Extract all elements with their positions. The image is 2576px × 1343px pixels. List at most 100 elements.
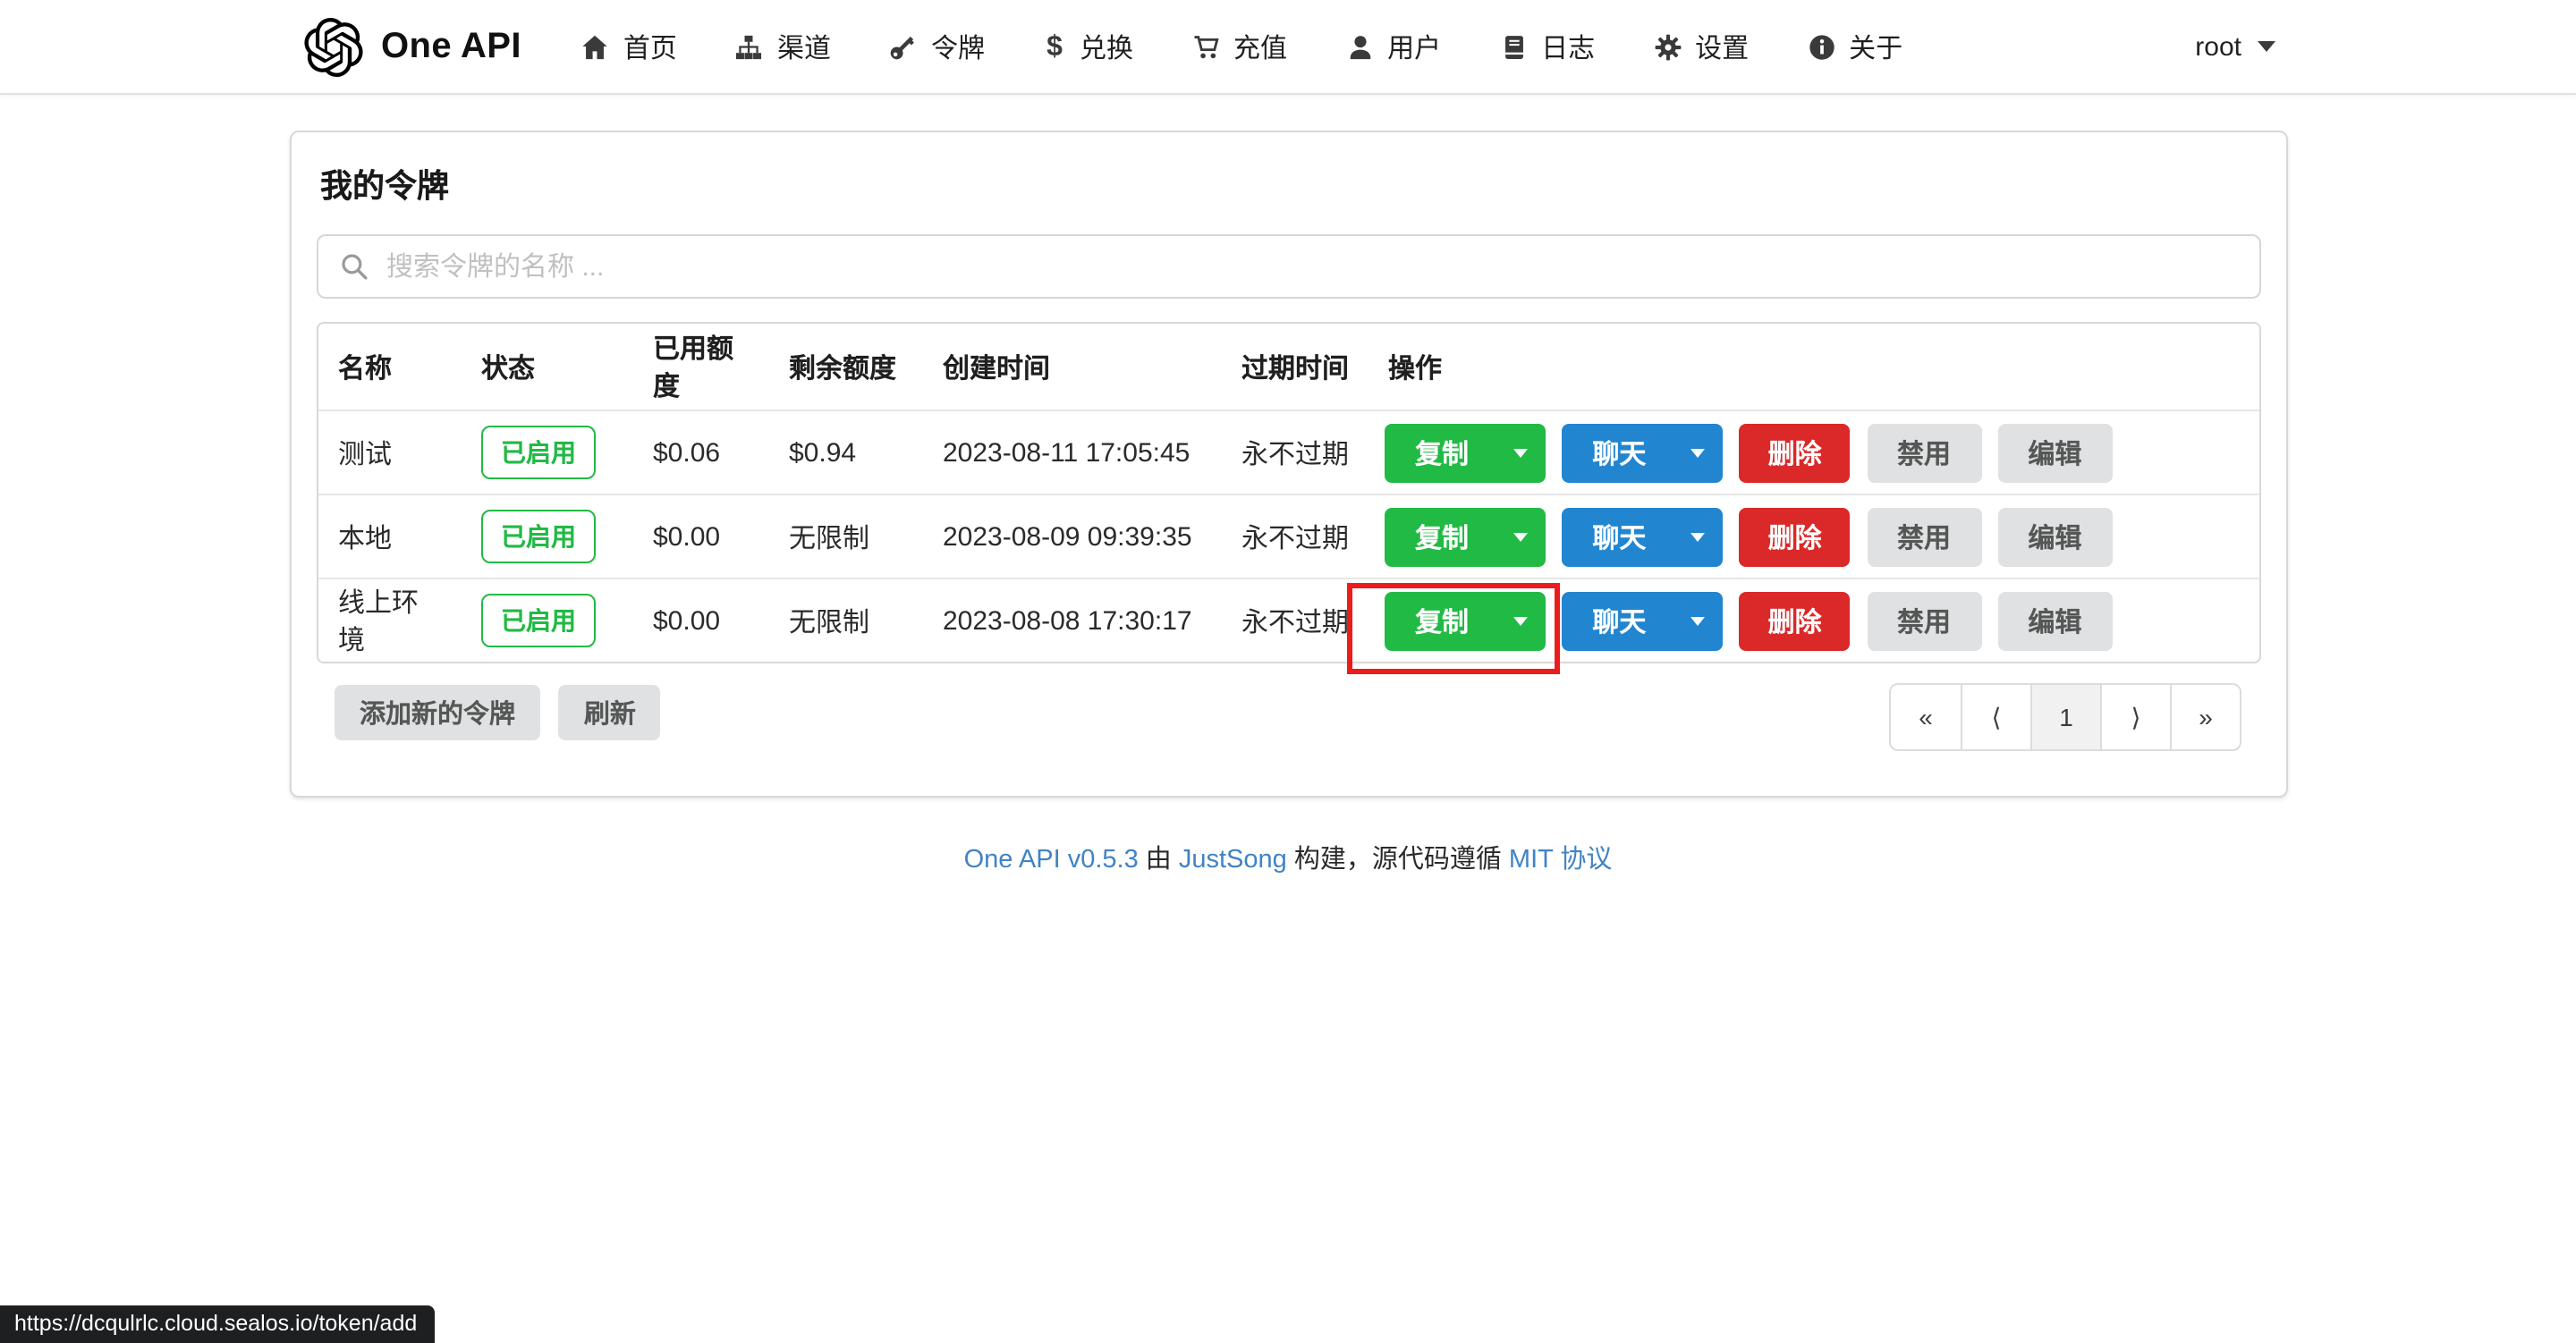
delete-button[interactable]: 删除 <box>1740 423 1851 482</box>
nav-item-home[interactable]: 首页 <box>582 28 677 65</box>
token-name: 线上环境 <box>318 578 462 662</box>
search-icon <box>340 252 369 281</box>
disable-button[interactable]: 禁用 <box>1867 423 1981 482</box>
tokens-card: 我的令牌 名称 状态 已用额度 剩余额度 创建时间 过期时间 操作 <box>290 131 2288 798</box>
add-token-button[interactable]: 添加新的令牌 <box>335 685 540 740</box>
pagination-page-1[interactable]: 1 <box>2030 685 2100 749</box>
key-icon <box>890 33 917 60</box>
refresh-button[interactable]: 刷新 <box>559 685 661 740</box>
chat-button[interactable]: 聊天 <box>1562 423 1723 482</box>
nav-label: 兑换 <box>1080 28 1133 65</box>
remaining-quota: $0.94 <box>769 410 923 494</box>
edit-button[interactable]: 编辑 <box>1997 423 2112 482</box>
nav-label: 设置 <box>1695 28 1749 65</box>
delete-button[interactable]: 删除 <box>1740 591 1851 650</box>
nav-item-topup[interactable]: 充值 <box>1192 28 1287 65</box>
used-quota: $0.00 <box>633 578 769 662</box>
search-box <box>317 234 2261 299</box>
chevron-down-icon <box>1690 616 1705 625</box>
edit-button[interactable]: 编辑 <box>1997 507 2112 566</box>
table-header-row: 名称 状态 已用额度 剩余额度 创建时间 过期时间 操作 <box>318 324 2259 410</box>
footer-text: 构建，源代码遵循 <box>1287 846 1509 874</box>
nav-item-logs[interactable]: 日志 <box>1500 28 1595 65</box>
used-quota: $0.00 <box>633 494 769 578</box>
remaining-quota: 无限制 <box>769 578 923 662</box>
brand-name: One API <box>381 26 521 67</box>
chevron-down-icon <box>1690 448 1705 457</box>
status-badge: 已启用 <box>481 594 596 647</box>
disable-button[interactable]: 禁用 <box>1867 507 1981 566</box>
nav-label: 用户 <box>1387 28 1441 65</box>
expiry-time: 永不过期 <box>1222 578 1368 662</box>
book-icon <box>1500 33 1527 60</box>
chevron-down-icon <box>2258 41 2275 52</box>
chat-button[interactable]: 聊天 <box>1562 591 1723 650</box>
tokens-table: 名称 状态 已用额度 剩余额度 创建时间 过期时间 操作 测试 已启用 $0.0… <box>317 322 2261 663</box>
nav-item-channels[interactable]: 渠道 <box>736 28 831 65</box>
edit-button[interactable]: 编辑 <box>1997 591 2112 650</box>
license-link[interactable]: MIT 协议 <box>1509 846 1612 874</box>
page-title: 我的令牌 <box>320 161 2258 207</box>
copy-button[interactable]: 复制 <box>1385 423 1546 482</box>
copy-button[interactable]: 复制 <box>1385 507 1546 566</box>
user-menu-root[interactable]: root <box>2195 31 2275 62</box>
user-menu-label: root <box>2195 31 2241 62</box>
search-input[interactable] <box>317 234 2261 299</box>
nav-item-redeem[interactable]: $ 兑换 <box>1044 28 1133 65</box>
col-expiry-time: 过期时间 <box>1222 324 1368 410</box>
home-icon <box>582 33 609 60</box>
pagination-first[interactable]: « <box>1891 685 1961 749</box>
nav-item-about[interactable]: 关于 <box>1808 28 1902 65</box>
brand[interactable]: One API <box>304 17 521 76</box>
disable-button[interactable]: 禁用 <box>1867 591 1981 650</box>
status-badge: 已启用 <box>481 426 596 479</box>
nav-item-users[interactable]: 用户 <box>1346 28 1441 65</box>
created-time: 2023-08-11 17:05:45 <box>923 410 1222 494</box>
card-footer: 添加新的令牌 刷新 « ⟨ 1 ⟩ » <box>317 663 2261 796</box>
col-remaining-quota: 剩余额度 <box>769 324 923 410</box>
pagination-prev[interactable]: ⟨ <box>1961 685 2030 749</box>
remaining-quota: 无限制 <box>769 494 923 578</box>
main-menu: 首页 渠道 令牌 $ 兑换 充值 <box>582 28 1902 65</box>
pagination-next[interactable]: ⟩ <box>2100 685 2170 749</box>
footer-text: 由 <box>1139 846 1179 874</box>
nav-item-settings[interactable]: 设置 <box>1654 28 1749 65</box>
status-badge: 已启用 <box>481 510 596 563</box>
gear-icon <box>1654 33 1681 60</box>
navbar: One API 首页 渠道 令牌 $ 兑换 <box>0 0 2576 95</box>
dollar-icon: $ <box>1044 33 1065 60</box>
nav-item-tokens[interactable]: 令牌 <box>890 28 985 65</box>
nav-label: 首页 <box>623 28 677 65</box>
col-used-quota: 已用额度 <box>633 324 769 410</box>
status-url-tooltip: https://dcqulrlc.cloud.sealos.io/token/a… <box>0 1305 435 1343</box>
chevron-down-icon <box>1690 532 1705 541</box>
table-row: 测试 已启用 $0.06 $0.94 2023-08-11 17:05:45 永… <box>318 410 2259 494</box>
token-name: 测试 <box>318 410 462 494</box>
nav-label: 关于 <box>1849 28 1902 65</box>
col-actions: 操作 <box>1368 324 2259 410</box>
author-link[interactable]: JustSong <box>1179 846 1287 874</box>
site-footer: One API v0.5.3 由 JustSong 构建，源代码遵循 MIT 协… <box>0 839 2576 876</box>
page: One API 首页 渠道 令牌 $ 兑换 <box>0 0 2576 1343</box>
pagination: « ⟨ 1 ⟩ » <box>1889 683 2241 751</box>
expiry-time: 永不过期 <box>1222 494 1368 578</box>
delete-button[interactable]: 删除 <box>1740 507 1851 566</box>
chat-button[interactable]: 聊天 <box>1562 507 1723 566</box>
pagination-last[interactable]: » <box>2170 685 2240 749</box>
nav-label: 渠道 <box>777 28 831 65</box>
copy-button[interactable]: 复制 <box>1385 591 1546 650</box>
col-created-time: 创建时间 <box>923 324 1222 410</box>
created-time: 2023-08-09 09:39:35 <box>923 494 1222 578</box>
nav-label: 令牌 <box>931 28 985 65</box>
col-name: 名称 <box>318 324 462 410</box>
table-row: 本地 已启用 $0.00 无限制 2023-08-09 09:39:35 永不过… <box>318 494 2259 578</box>
created-time: 2023-08-08 17:30:17 <box>923 578 1222 662</box>
expiry-time: 永不过期 <box>1222 410 1368 494</box>
nav-label: 充值 <box>1233 28 1287 65</box>
version-link[interactable]: One API v0.5.3 <box>964 846 1139 874</box>
user-icon <box>1346 33 1373 60</box>
token-name: 本地 <box>318 494 462 578</box>
col-status: 状态 <box>462 324 633 410</box>
nav-label: 日志 <box>1541 28 1595 65</box>
cart-icon <box>1192 33 1219 60</box>
